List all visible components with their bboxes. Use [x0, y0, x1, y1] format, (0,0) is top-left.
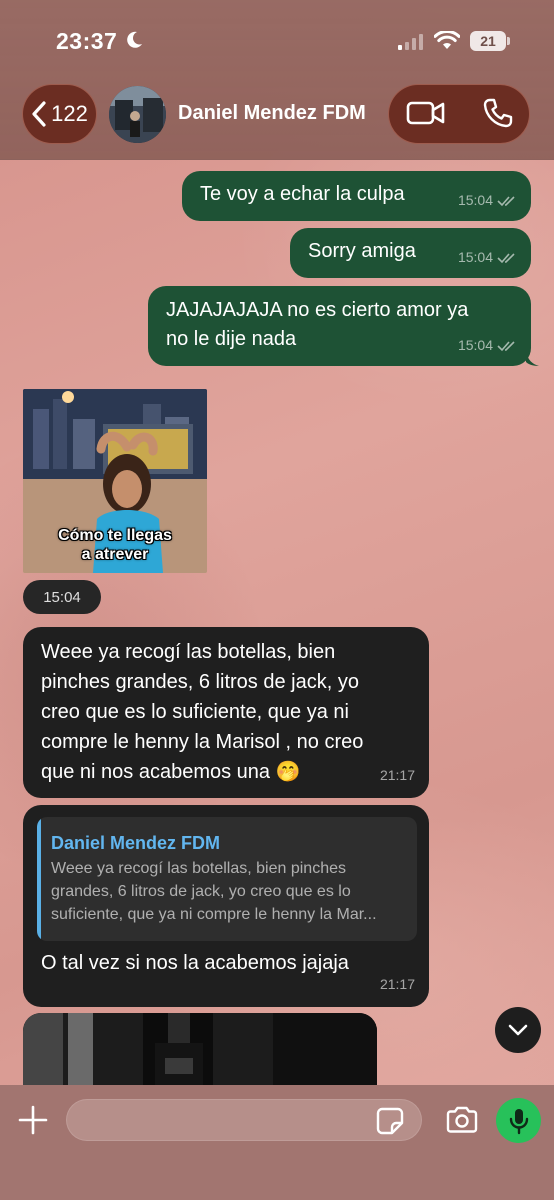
voice-call-icon[interactable] [482, 97, 514, 129]
plus-icon[interactable] [17, 1104, 49, 1136]
sticker-message[interactable]: Cómo te llegas a atrever [23, 389, 207, 573]
contact-avatar[interactable] [109, 86, 166, 143]
message-text-line: JAJAJAJAJA no es cierto amor ya [166, 299, 469, 321]
status-time: 23:37 [56, 28, 118, 54]
message-text: Sorry amiga [308, 240, 416, 262]
sticker-icon[interactable] [376, 1107, 404, 1135]
message-time: 21:17 [379, 976, 415, 992]
message-time: 15:04 [457, 192, 493, 208]
incoming-reply-message[interactable]: Daniel Mendez FDM Weee ya recogí las bot… [23, 805, 429, 1007]
message-text-line: compre le henny la Marisol , no creo [41, 731, 364, 753]
message-input[interactable] [66, 1099, 422, 1141]
message-meta: 15:04 [458, 331, 517, 360]
sticker-caption: Cómo te llegas a atrever [23, 526, 207, 564]
microphone-button[interactable] [496, 1098, 541, 1143]
quote-accent-bar [37, 817, 41, 941]
cellular-signal-icon [398, 34, 423, 50]
read-receipt-icon [497, 252, 515, 263]
outgoing-message[interactable]: Te voy a echar la culpa 15:04 [182, 171, 531, 221]
outgoing-message[interactable]: JAJAJAJAJA no es cierto amor ya no le di… [148, 286, 531, 366]
message-time: 15:04 [457, 249, 493, 265]
bubble-tail [526, 352, 539, 366]
message-meta: 21:17 [380, 970, 415, 999]
unread-count: 122 [51, 101, 88, 126]
contact-name[interactable]: Daniel Mendez FDM [178, 102, 366, 125]
message-text-line: que ni nos acabemos una 🤭 [41, 761, 301, 783]
message-meta: 15:04 [458, 243, 517, 272]
quoted-message[interactable]: Daniel Mendez FDM Weee ya recogí las bot… [37, 817, 417, 941]
message-text: Te voy a echar la culpa [200, 183, 405, 205]
incoming-message[interactable]: Weee ya recogí las botellas, bien pinche… [23, 627, 429, 798]
avatar-photo [109, 86, 166, 143]
quoted-line: grandes, 6 litros de jack, yo creo que e… [51, 883, 351, 900]
battery-tip [507, 37, 510, 45]
sticker-caption-line: a atrever [81, 546, 149, 563]
message-text-line: pinches grandes, 6 litros de jack, yo [41, 671, 359, 693]
sticker-time: 15:04 [23, 580, 101, 614]
message-meta: 21:17 [380, 761, 415, 790]
quoted-line: Weee ya recogí las botellas, bien pinche… [51, 860, 346, 877]
quoted-sender: Daniel Mendez FDM [51, 833, 221, 853]
wifi-icon [434, 31, 460, 49]
battery-icon: 21 [470, 31, 506, 51]
video-call-icon[interactable] [406, 98, 446, 128]
message-meta: 15:04 [458, 186, 517, 215]
message-text-line: Weee ya recogí las botellas, bien [41, 641, 336, 663]
microphone-icon [509, 1108, 528, 1134]
read-receipt-icon [497, 340, 515, 351]
chevron-down-icon [508, 1024, 528, 1036]
read-receipt-icon [497, 195, 515, 206]
message-time: 15:04 [457, 337, 493, 353]
back-button[interactable]: 122 [22, 84, 97, 144]
moon-icon [127, 31, 142, 48]
message-text-line: no le dije nada [166, 328, 297, 350]
camera-icon[interactable] [445, 1106, 479, 1134]
message-time: 21:17 [379, 767, 415, 783]
message-text: O tal vez si nos la acabemos jajaja [41, 952, 349, 974]
outgoing-message[interactable]: Sorry amiga 15:04 [290, 228, 531, 278]
quoted-line: suficiente, que ya ni compre le henny la… [51, 906, 377, 923]
message-text-line: creo que es lo suficiente, que ya ni [41, 701, 349, 723]
scroll-to-bottom-button[interactable] [495, 1007, 541, 1053]
sticker-caption-line: Cómo te llegas [58, 527, 172, 544]
chevron-left-icon [32, 101, 46, 127]
quoted-text: Weee ya recogí las botellas, bien pinche… [51, 857, 411, 926]
